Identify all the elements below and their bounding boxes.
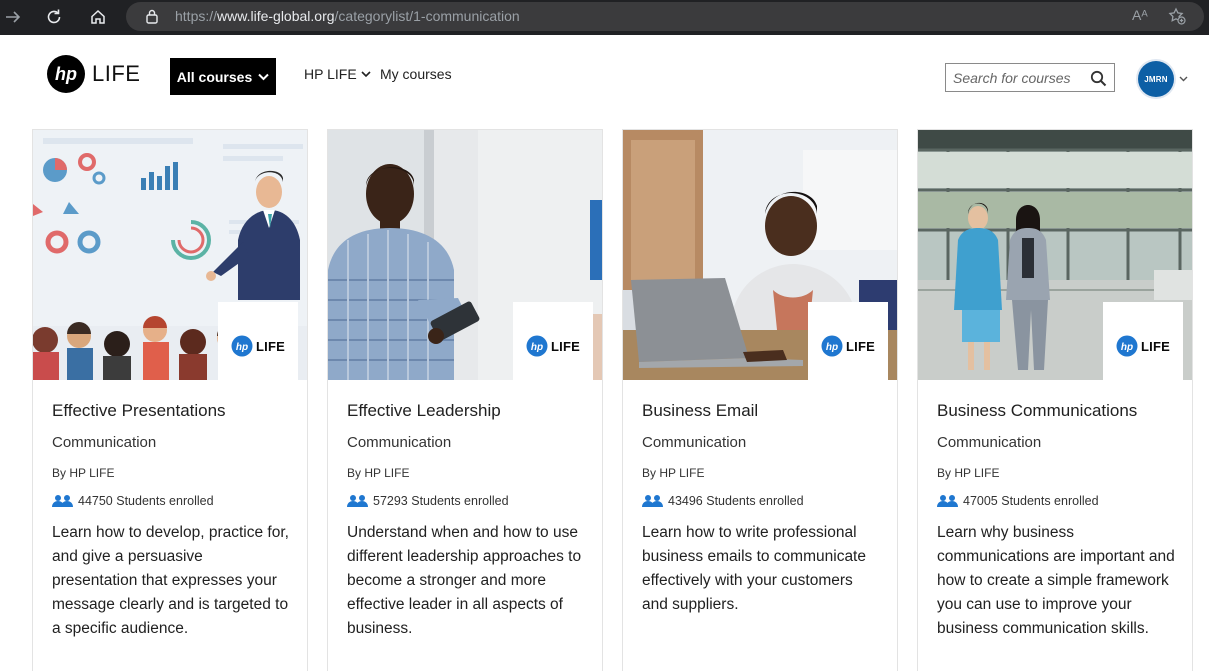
course-author: By HP LIFE: [347, 466, 410, 480]
course-card[interactable]: hp LIFE Effective Presentations Communic…: [32, 129, 308, 671]
hp-logo-icon[interactable]: hp: [46, 54, 86, 94]
course-title[interactable]: Business Email: [642, 400, 882, 422]
address-bar[interactable]: https://www.life-global.org/categorylist…: [126, 2, 1204, 31]
site-header: hp LIFE All courses HP LIFE My courses J…: [0, 35, 1209, 119]
nav-hplife-label: HP LIFE: [304, 66, 357, 82]
svg-text:hp: hp: [55, 64, 77, 84]
course-description: Understand when and how to use different…: [347, 524, 582, 637]
course-description: Learn how to develop, practice for, and …: [52, 524, 289, 637]
hp-logo-icon: hp: [1116, 335, 1138, 357]
search-icon[interactable]: [1090, 70, 1107, 87]
badge-label: LIFE: [551, 338, 580, 354]
hp-life-badge: hp LIFE: [1103, 302, 1183, 390]
course-description: Learn how to write professional business…: [642, 524, 866, 613]
search-box: [945, 63, 1115, 92]
reload-button[interactable]: [41, 5, 67, 29]
nav-hplife-menu[interactable]: HP LIFE: [304, 66, 371, 82]
nav-my-courses-link[interactable]: My courses: [380, 66, 452, 82]
hp-logo-icon: hp: [821, 335, 843, 357]
user-avatar[interactable]: JMRN: [1138, 61, 1174, 97]
browser-toolbar: https://www.life-global.org/categorylist…: [0, 0, 1209, 35]
svg-text:hp: hp: [826, 342, 838, 353]
course-category: Communication: [937, 434, 1042, 451]
home-button[interactable]: [85, 5, 111, 29]
course-title[interactable]: Effective Presentations: [52, 400, 292, 422]
course-category: Communication: [52, 434, 157, 451]
course-students: 43496 Students enrolled: [642, 493, 882, 509]
reload-icon: [47, 9, 61, 24]
add-favorite-icon[interactable]: [1168, 7, 1186, 25]
badge-label: LIFE: [1141, 338, 1170, 354]
course-card[interactable]: hp LIFE Business Email Communication By …: [622, 129, 898, 671]
course-card-body: Business Email Communication By HP LIFE …: [642, 400, 882, 617]
url-path: /categorylist/1-communication: [334, 8, 520, 24]
students-enrolled: 44750 Students enrolled: [78, 494, 214, 508]
course-author: By HP LIFE: [937, 466, 1000, 480]
lock-icon: [146, 9, 158, 24]
svg-text:hp: hp: [1121, 342, 1133, 353]
course-students: 44750 Students enrolled: [52, 493, 292, 509]
course-students: 57293 Students enrolled: [347, 493, 587, 509]
people-icon: [642, 495, 663, 507]
svg-text:hp: hp: [236, 342, 248, 353]
chevron-down-icon: [361, 70, 371, 77]
students-enrolled: 43496 Students enrolled: [668, 494, 804, 508]
read-aloud-icon[interactable]: Aᴬ: [1132, 7, 1148, 23]
course-author: By HP LIFE: [52, 466, 115, 480]
course-card[interactable]: hp LIFE Business Communications Communic…: [917, 129, 1193, 671]
home-icon: [91, 9, 105, 24]
back-button[interactable]: [0, 5, 26, 29]
students-enrolled: 47005 Students enrolled: [963, 494, 1099, 508]
url-prefix: https://: [175, 8, 218, 24]
hp-logo-icon: hp: [526, 335, 548, 357]
people-icon: [52, 495, 73, 507]
course-card-body: Effective Leadership Communication By HP…: [347, 400, 587, 641]
brand-text[interactable]: LIFE: [92, 61, 140, 87]
hp-logo-icon: hp: [231, 335, 253, 357]
people-icon: [937, 495, 958, 507]
hp-life-badge: hp LIFE: [513, 302, 593, 390]
chevron-down-icon: [258, 73, 269, 80]
hp-life-badge: hp LIFE: [218, 302, 298, 390]
course-students: 47005 Students enrolled: [937, 493, 1177, 509]
course-card-body: Effective Presentations Communication By…: [52, 400, 292, 641]
course-card-body: Business Communications Communication By…: [937, 400, 1177, 641]
chevron-down-icon[interactable]: [1179, 76, 1188, 82]
search-input[interactable]: [953, 69, 1088, 87]
course-author: By HP LIFE: [642, 466, 705, 480]
course-title[interactable]: Business Communications: [937, 400, 1177, 422]
people-icon: [347, 495, 368, 507]
course-description: Learn why business communications are im…: [937, 524, 1175, 637]
all-courses-label: All courses: [176, 68, 253, 85]
url-domain: www.life-global.org: [217, 8, 335, 24]
course-title[interactable]: Effective Leadership: [347, 400, 587, 422]
badge-label: LIFE: [256, 338, 285, 354]
all-courses-button[interactable]: All courses: [170, 58, 276, 95]
arrow-right-icon: [6, 11, 21, 23]
url-text: https://www.life-global.org/categorylist…: [175, 8, 520, 24]
svg-text:hp: hp: [531, 342, 543, 353]
course-card[interactable]: hp LIFE Effective Leadership Communicati…: [327, 129, 603, 671]
course-category: Communication: [642, 434, 747, 451]
course-category: Communication: [347, 434, 452, 451]
badge-label: LIFE: [846, 338, 875, 354]
students-enrolled: 57293 Students enrolled: [373, 494, 509, 508]
hp-life-badge: hp LIFE: [808, 302, 888, 390]
